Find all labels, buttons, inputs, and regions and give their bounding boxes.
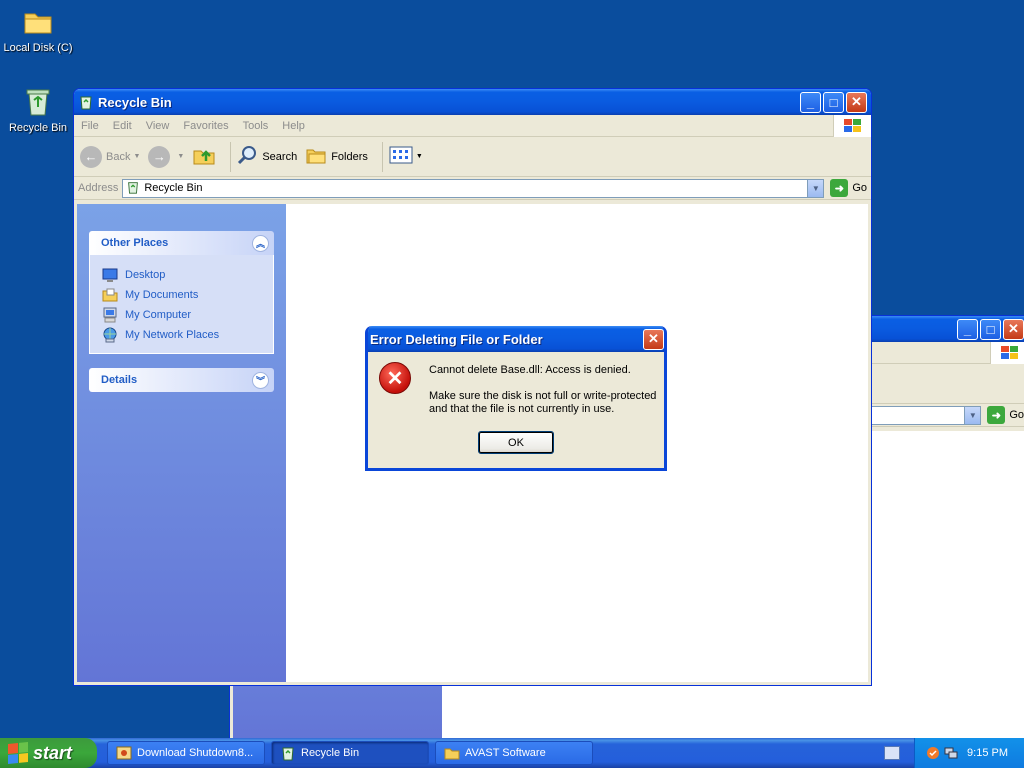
go-button[interactable]: ➜ Go [830, 179, 867, 197]
address-bar: Address Recycle Bin ▼ ➜ Go [74, 177, 871, 200]
address-field[interactable]: Recycle Bin ▼ [122, 178, 825, 198]
collapse-icon[interactable]: ︽ [252, 234, 269, 252]
views-button[interactable]: ▼ [389, 145, 423, 168]
dialog-title: Error Deleting File or Folder [370, 331, 543, 347]
chevron-down-icon[interactable]: ▼ [416, 153, 423, 160]
menu-edit[interactable]: Edit [106, 120, 139, 132]
windows-logo-icon [8, 741, 28, 765]
desktop-icon [102, 267, 118, 283]
taskbar-item-avast[interactable]: AVAST Software [435, 741, 593, 765]
task-pane: Other Places ︽ Desktop My Documents My C… [77, 204, 286, 682]
minimize-icon: _ [806, 94, 815, 110]
dialog-message-line2: Make sure the disk is not full or write-… [429, 390, 657, 415]
close-icon: ✕ [851, 94, 862, 109]
taskbar-item-download[interactable]: Download Shutdown8... [107, 741, 265, 765]
desktop-icon-local-disk[interactable]: Local Disk (C) [0, 6, 78, 54]
maximize-button[interactable]: □ [980, 318, 1001, 340]
tray-network-icon[interactable] [943, 745, 959, 764]
error-dialog: Error Deleting File or Folder ✕ ✕ Cannot… [365, 326, 667, 471]
recycle-bin-icon [280, 745, 296, 761]
windows-logo-icon [833, 115, 871, 137]
error-icon: ✕ [379, 362, 411, 394]
maximize-icon: □ [829, 94, 838, 110]
menu-help[interactable]: Help [275, 120, 312, 132]
close-icon: ✕ [648, 331, 659, 346]
recycle-bin-icon [78, 94, 94, 110]
dialog-message-line1: Cannot delete Base.dll: Access is denied… [429, 364, 631, 376]
dialog-titlebar[interactable]: Error Deleting File or Folder ✕ [368, 326, 664, 352]
folder-icon [444, 745, 460, 761]
my-computer-icon [102, 307, 118, 323]
my-documents-icon [102, 287, 118, 303]
dialog-message: Cannot delete Base.dll: Access is denied… [429, 364, 664, 429]
address-value: Recycle Bin [144, 182, 203, 194]
expand-icon[interactable]: ︾ [252, 371, 269, 389]
clock[interactable]: 9:15 PM [967, 747, 1008, 759]
search-button[interactable]: Search [237, 144, 297, 169]
desktop-icon-label: Recycle Bin [8, 122, 68, 134]
tray-avast-icon[interactable] [925, 745, 941, 764]
desktop-icon-recycle-bin[interactable]: Recycle Bin [0, 86, 78, 134]
go-arrow-icon: ➜ [830, 179, 849, 197]
menu-view[interactable]: View [139, 120, 177, 132]
place-my-computer[interactable]: My Computer [102, 305, 263, 325]
forward-button[interactable]: → ▼ [148, 145, 184, 168]
start-button[interactable]: start [0, 738, 97, 768]
chevron-down-icon[interactable]: ▼ [964, 406, 981, 424]
explorer-titlebar[interactable]: Recycle Bin _ □ ✕ [74, 89, 871, 115]
menu-bar: File Edit View Favorites Tools Help [74, 115, 871, 137]
folders-button[interactable]: Folders [305, 144, 368, 169]
desktop-icon-label: Local Disk (C) [3, 42, 73, 54]
recycle-bin-icon [22, 86, 54, 118]
place-my-documents[interactable]: My Documents [102, 285, 263, 305]
details-header[interactable]: Details ︾ [89, 368, 274, 392]
ok-button[interactable]: OK [478, 431, 554, 454]
menu-favorites[interactable]: Favorites [176, 120, 235, 132]
folder-icon [22, 6, 54, 38]
window-title: Recycle Bin [98, 94, 172, 110]
system-tray: 9:15 PM [914, 738, 1024, 768]
background-go-button[interactable]: ➜ Go [987, 406, 1024, 424]
keyboard-icon[interactable] [884, 746, 900, 760]
up-folder-icon [192, 143, 216, 170]
search-icon [237, 144, 259, 169]
other-places-panel: Other Places ︽ Desktop My Documents My C… [89, 231, 274, 354]
network-places-icon [102, 327, 118, 343]
windows-logo-icon [990, 342, 1024, 364]
forward-arrow-icon: → [148, 145, 171, 168]
dialog-close-button[interactable]: ✕ [643, 328, 664, 350]
back-button[interactable]: ← Back ▼ [80, 145, 140, 168]
details-panel: Details ︾ [89, 368, 274, 392]
taskbar-item-recycle-bin[interactable]: Recycle Bin [271, 741, 429, 765]
chevron-down-icon[interactable]: ▼ [807, 179, 824, 197]
go-arrow-icon: ➜ [987, 406, 1006, 424]
address-label: Address [78, 182, 119, 194]
taskbar: start Download Shutdown8... Recycle Bin … [0, 738, 1024, 768]
place-my-network-places[interactable]: My Network Places [102, 325, 263, 345]
close-button[interactable]: ✕ [846, 91, 867, 113]
menu-tools[interactable]: Tools [236, 120, 276, 132]
browser-icon [116, 745, 132, 761]
toolbar: ← Back ▼ → ▼ Search Folders ▼ [74, 137, 871, 177]
menu-file[interactable]: File [74, 120, 106, 132]
maximize-button[interactable]: □ [823, 91, 844, 113]
back-arrow-icon: ← [80, 145, 102, 168]
chevron-down-icon[interactable]: ▼ [177, 153, 184, 160]
other-places-header[interactable]: Other Places ︽ [89, 231, 274, 255]
minimize-button[interactable]: _ [957, 318, 978, 340]
up-folder-button[interactable] [192, 143, 216, 170]
folders-icon [305, 144, 327, 169]
views-icon [389, 145, 413, 168]
place-desktop[interactable]: Desktop [102, 265, 263, 285]
minimize-button[interactable]: _ [800, 91, 821, 113]
chevron-down-icon[interactable]: ▼ [133, 153, 140, 160]
recycle-bin-icon [126, 180, 140, 197]
close-button[interactable]: ✕ [1003, 318, 1024, 340]
